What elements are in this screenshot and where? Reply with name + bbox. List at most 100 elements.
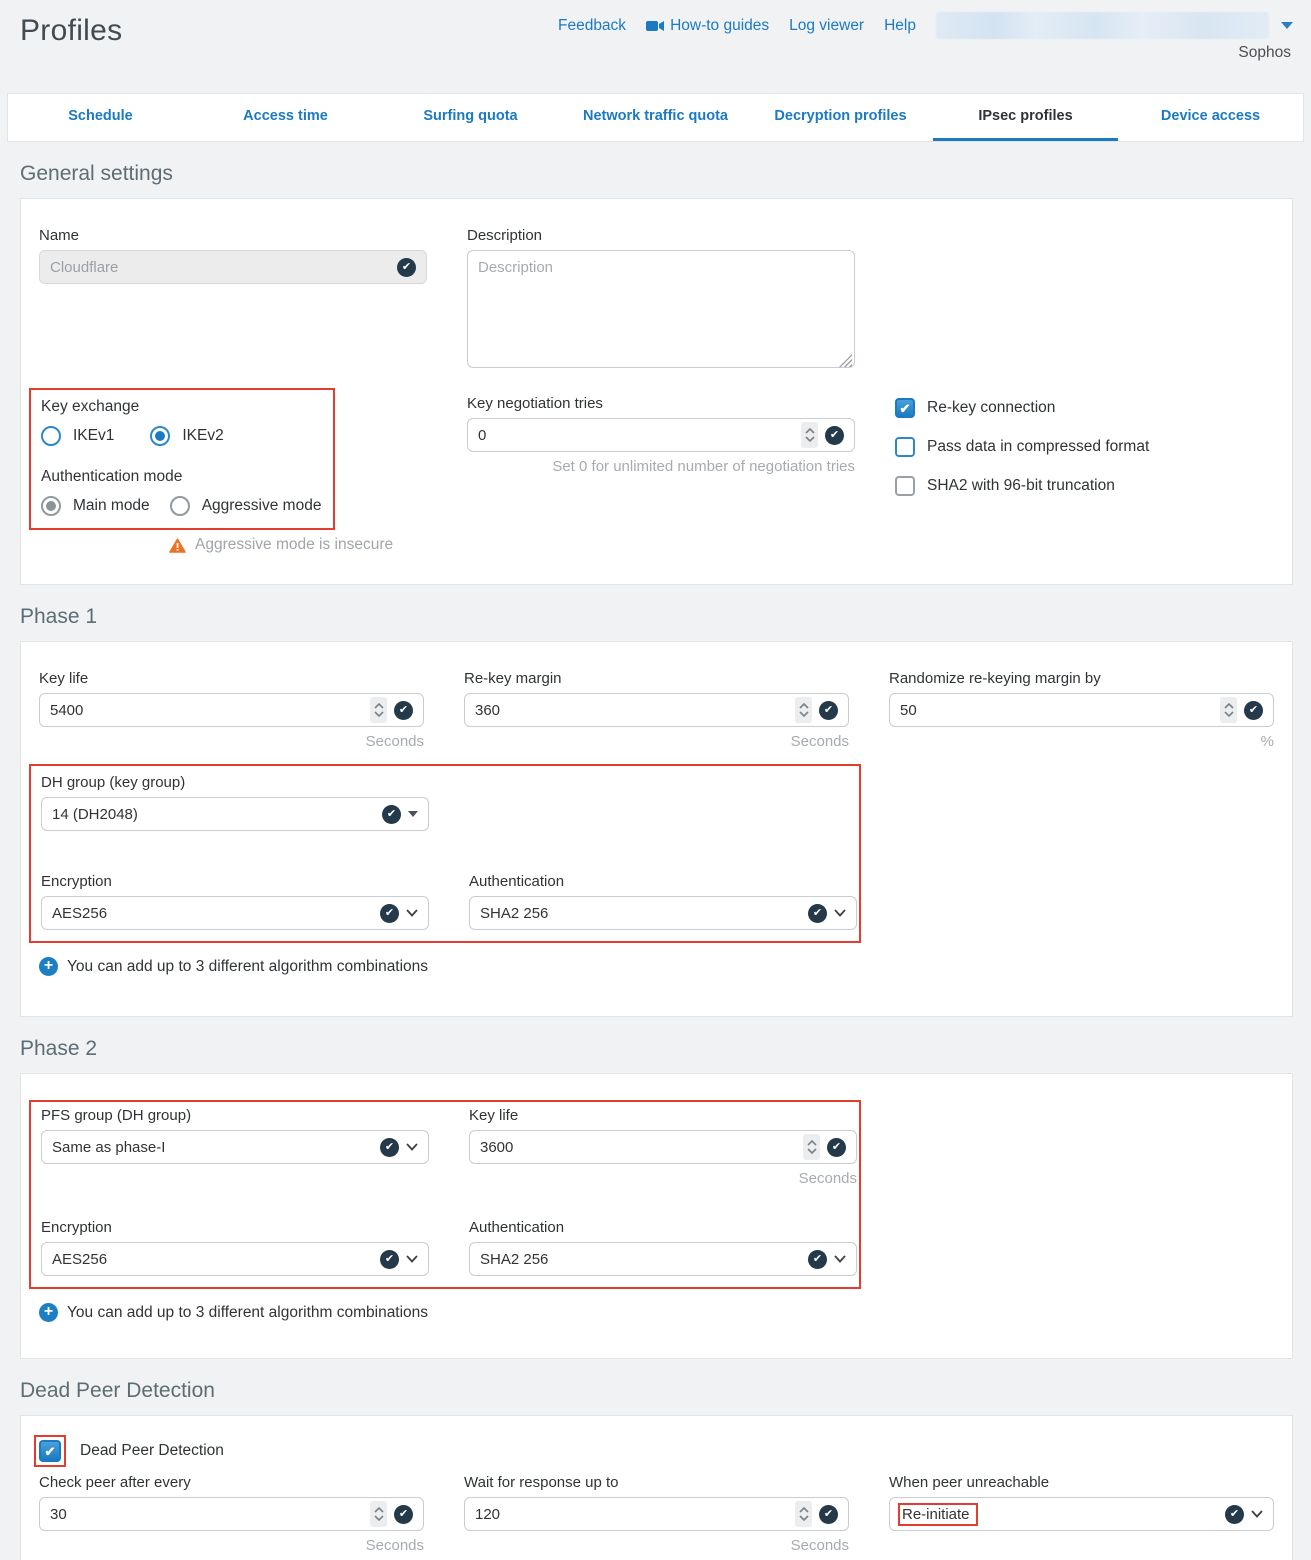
howto-guides-link[interactable]: How-to guides (646, 17, 769, 35)
radio-ikev2-label[interactable]: IKEv2 (182, 427, 223, 445)
checkbox-rekey-connection-label[interactable]: Re-key connection (927, 399, 1055, 417)
tab-access-time[interactable]: Access time (193, 94, 378, 141)
radio-aggressive-mode-label[interactable]: Aggressive mode (202, 497, 322, 515)
phase1-rekey-margin-value[interactable] (475, 702, 789, 719)
description-textarea[interactable] (467, 250, 855, 368)
phase1-randomize-field: Randomize re-keying margin by ✔ % (889, 670, 1274, 750)
account-caret-down-icon[interactable] (1281, 22, 1293, 29)
phase1-rekey-margin-input[interactable]: ✔ (464, 693, 849, 727)
valid-check-badge-icon: ✔ (394, 701, 413, 720)
key-negotiation-field: Key negotiation tries ✔ Set 0 for unlimi… (467, 395, 855, 554)
phase1-encryption-select[interactable]: AES256 ✔ (41, 896, 429, 930)
feedback-link[interactable]: Feedback (558, 17, 626, 35)
brand-label: Sophos (1238, 44, 1291, 62)
radio-main-mode-label[interactable]: Main mode (73, 497, 150, 515)
phase1-randomize-unit: % (889, 733, 1274, 750)
phase1-dh-group-value: 14 (DH2048) (52, 806, 376, 823)
phase2-authentication-select[interactable]: SHA2 256 ✔ (469, 1242, 857, 1276)
phase2-key-life-value[interactable] (480, 1139, 797, 1156)
phase2-authentication-label: Authentication (469, 1219, 857, 1236)
phase2-heading: Phase 2 (20, 1037, 1311, 1061)
chevron-down-icon (406, 1255, 418, 1263)
number-stepper[interactable] (801, 422, 818, 448)
tab-network-traffic-quota[interactable]: Network traffic quota (563, 94, 748, 141)
valid-check-badge-icon: ✔ (827, 1138, 846, 1157)
caret-down-icon (408, 811, 418, 817)
tab-schedule[interactable]: Schedule (8, 94, 193, 141)
account-name-redacted[interactable] (936, 12, 1269, 39)
phase1-key-life-input[interactable]: ✔ (39, 693, 424, 727)
phase2-key-life-input[interactable]: ✔ (469, 1130, 857, 1164)
profiles-tabbar: Schedule Access time Surfing quota Netwo… (7, 93, 1304, 142)
phase1-encryption-field: Encryption AES256 ✔ (41, 873, 429, 930)
key-negotiation-value[interactable] (478, 427, 795, 444)
checkbox-pass-data-compressed[interactable] (895, 437, 915, 457)
auth-mode-label: Authentication mode (41, 468, 182, 485)
dpd-unreachable-field: When peer unreachable Re-initiate ✔ (889, 1474, 1274, 1554)
dpd-wait-input[interactable]: ✔ (464, 1497, 849, 1531)
radio-ikev2[interactable] (150, 426, 170, 446)
phase2-key-life-label: Key life (469, 1107, 857, 1124)
phase2-pfs-group-select[interactable]: Same as phase-I ✔ (41, 1130, 429, 1164)
annotation-box-reinitiate: Re-initiate (898, 1503, 978, 1526)
valid-check-badge-icon: ✔ (380, 1138, 399, 1157)
phase1-authentication-value: SHA2 256 (480, 905, 802, 922)
valid-check-badge-icon: ✔ (380, 904, 399, 923)
tab-device-access[interactable]: Device access (1118, 94, 1303, 141)
phase1-randomize-value[interactable] (900, 702, 1214, 719)
help-link[interactable]: Help (884, 17, 916, 35)
key-negotiation-input[interactable]: ✔ (467, 418, 855, 452)
checkbox-sha2-truncation[interactable] (895, 476, 915, 496)
description-field: Description (467, 227, 855, 372)
phase1-randomize-input[interactable]: ✔ (889, 693, 1274, 727)
tab-ipsec-profiles[interactable]: IPsec profiles (933, 94, 1118, 141)
number-stepper[interactable] (795, 697, 812, 723)
phase1-authentication-select[interactable]: SHA2 256 ✔ (469, 896, 857, 930)
checkbox-dead-peer-detection[interactable]: ✔ (39, 1440, 61, 1462)
dpd-unreachable-select[interactable]: Re-initiate ✔ (889, 1497, 1274, 1531)
number-stepper[interactable] (370, 1501, 387, 1527)
annotation-box-phase2-algorithms: PFS group (DH group) Same as phase-I ✔ K… (29, 1100, 861, 1289)
add-combination-icon[interactable]: + (39, 957, 58, 976)
checkbox-pass-data-compressed-label[interactable]: Pass data in compressed format (927, 438, 1149, 456)
key-negotiation-hint: Set 0 for unlimited number of negotiatio… (467, 458, 855, 475)
phase1-encryption-label: Encryption (41, 873, 429, 890)
phase1-key-life-label: Key life (39, 670, 424, 687)
annotation-box-phase1-algorithms: DH group (key group) 14 (DH2048) ✔ Encry… (29, 764, 861, 943)
tab-decryption-profiles[interactable]: Decryption profiles (748, 94, 933, 141)
dpd-check-peer-input[interactable]: ✔ (39, 1497, 424, 1531)
phase1-heading: Phase 1 (20, 605, 1311, 629)
phase1-add-note: You can add up to 3 different algorithm … (67, 958, 428, 976)
valid-check-badge-icon: ✔ (819, 1505, 838, 1524)
phase1-encryption-value: AES256 (52, 905, 374, 922)
phase1-key-life-value[interactable] (50, 702, 364, 719)
phase1-dh-group-select[interactable]: 14 (DH2048) ✔ (41, 797, 429, 831)
radio-ikev1[interactable] (41, 426, 61, 446)
number-stepper[interactable] (803, 1134, 820, 1160)
add-combination-icon[interactable]: + (39, 1303, 58, 1322)
checkbox-sha2-truncation-label[interactable]: SHA2 with 96-bit truncation (927, 477, 1115, 495)
key-exchange-label: Key exchange (41, 398, 139, 415)
tab-surfing-quota[interactable]: Surfing quota (378, 94, 563, 141)
radio-aggressive-mode[interactable] (170, 496, 190, 516)
radio-ikev1-label[interactable]: IKEv1 (73, 427, 114, 445)
phase2-encryption-select[interactable]: AES256 ✔ (41, 1242, 429, 1276)
radio-main-mode[interactable] (41, 496, 61, 516)
phase2-key-life-field: Key life ✔ Seconds (469, 1107, 857, 1187)
number-stepper[interactable] (370, 697, 387, 723)
dpd-check-peer-value[interactable] (50, 1506, 364, 1523)
number-stepper[interactable] (1220, 697, 1237, 723)
valid-check-badge-icon: ✔ (380, 1250, 399, 1269)
log-viewer-link[interactable]: Log viewer (789, 17, 864, 35)
video-camera-icon (646, 20, 664, 32)
valid-check-badge-icon: ✔ (808, 904, 827, 923)
number-stepper[interactable] (795, 1501, 812, 1527)
phase1-rekey-margin-field: Re-key margin ✔ Seconds (464, 670, 849, 750)
dpd-wait-value[interactable] (475, 1506, 789, 1523)
checkbox-rekey-connection[interactable]: ✔ (895, 398, 915, 418)
phase2-encryption-label: Encryption (41, 1219, 429, 1236)
checkbox-dead-peer-detection-label[interactable]: Dead Peer Detection (80, 1442, 224, 1460)
name-input: ✔ (39, 250, 427, 284)
phase2-encryption-field: Encryption AES256 ✔ (41, 1219, 429, 1276)
phase1-dh-group-field: DH group (key group) 14 (DH2048) ✔ (41, 774, 429, 831)
